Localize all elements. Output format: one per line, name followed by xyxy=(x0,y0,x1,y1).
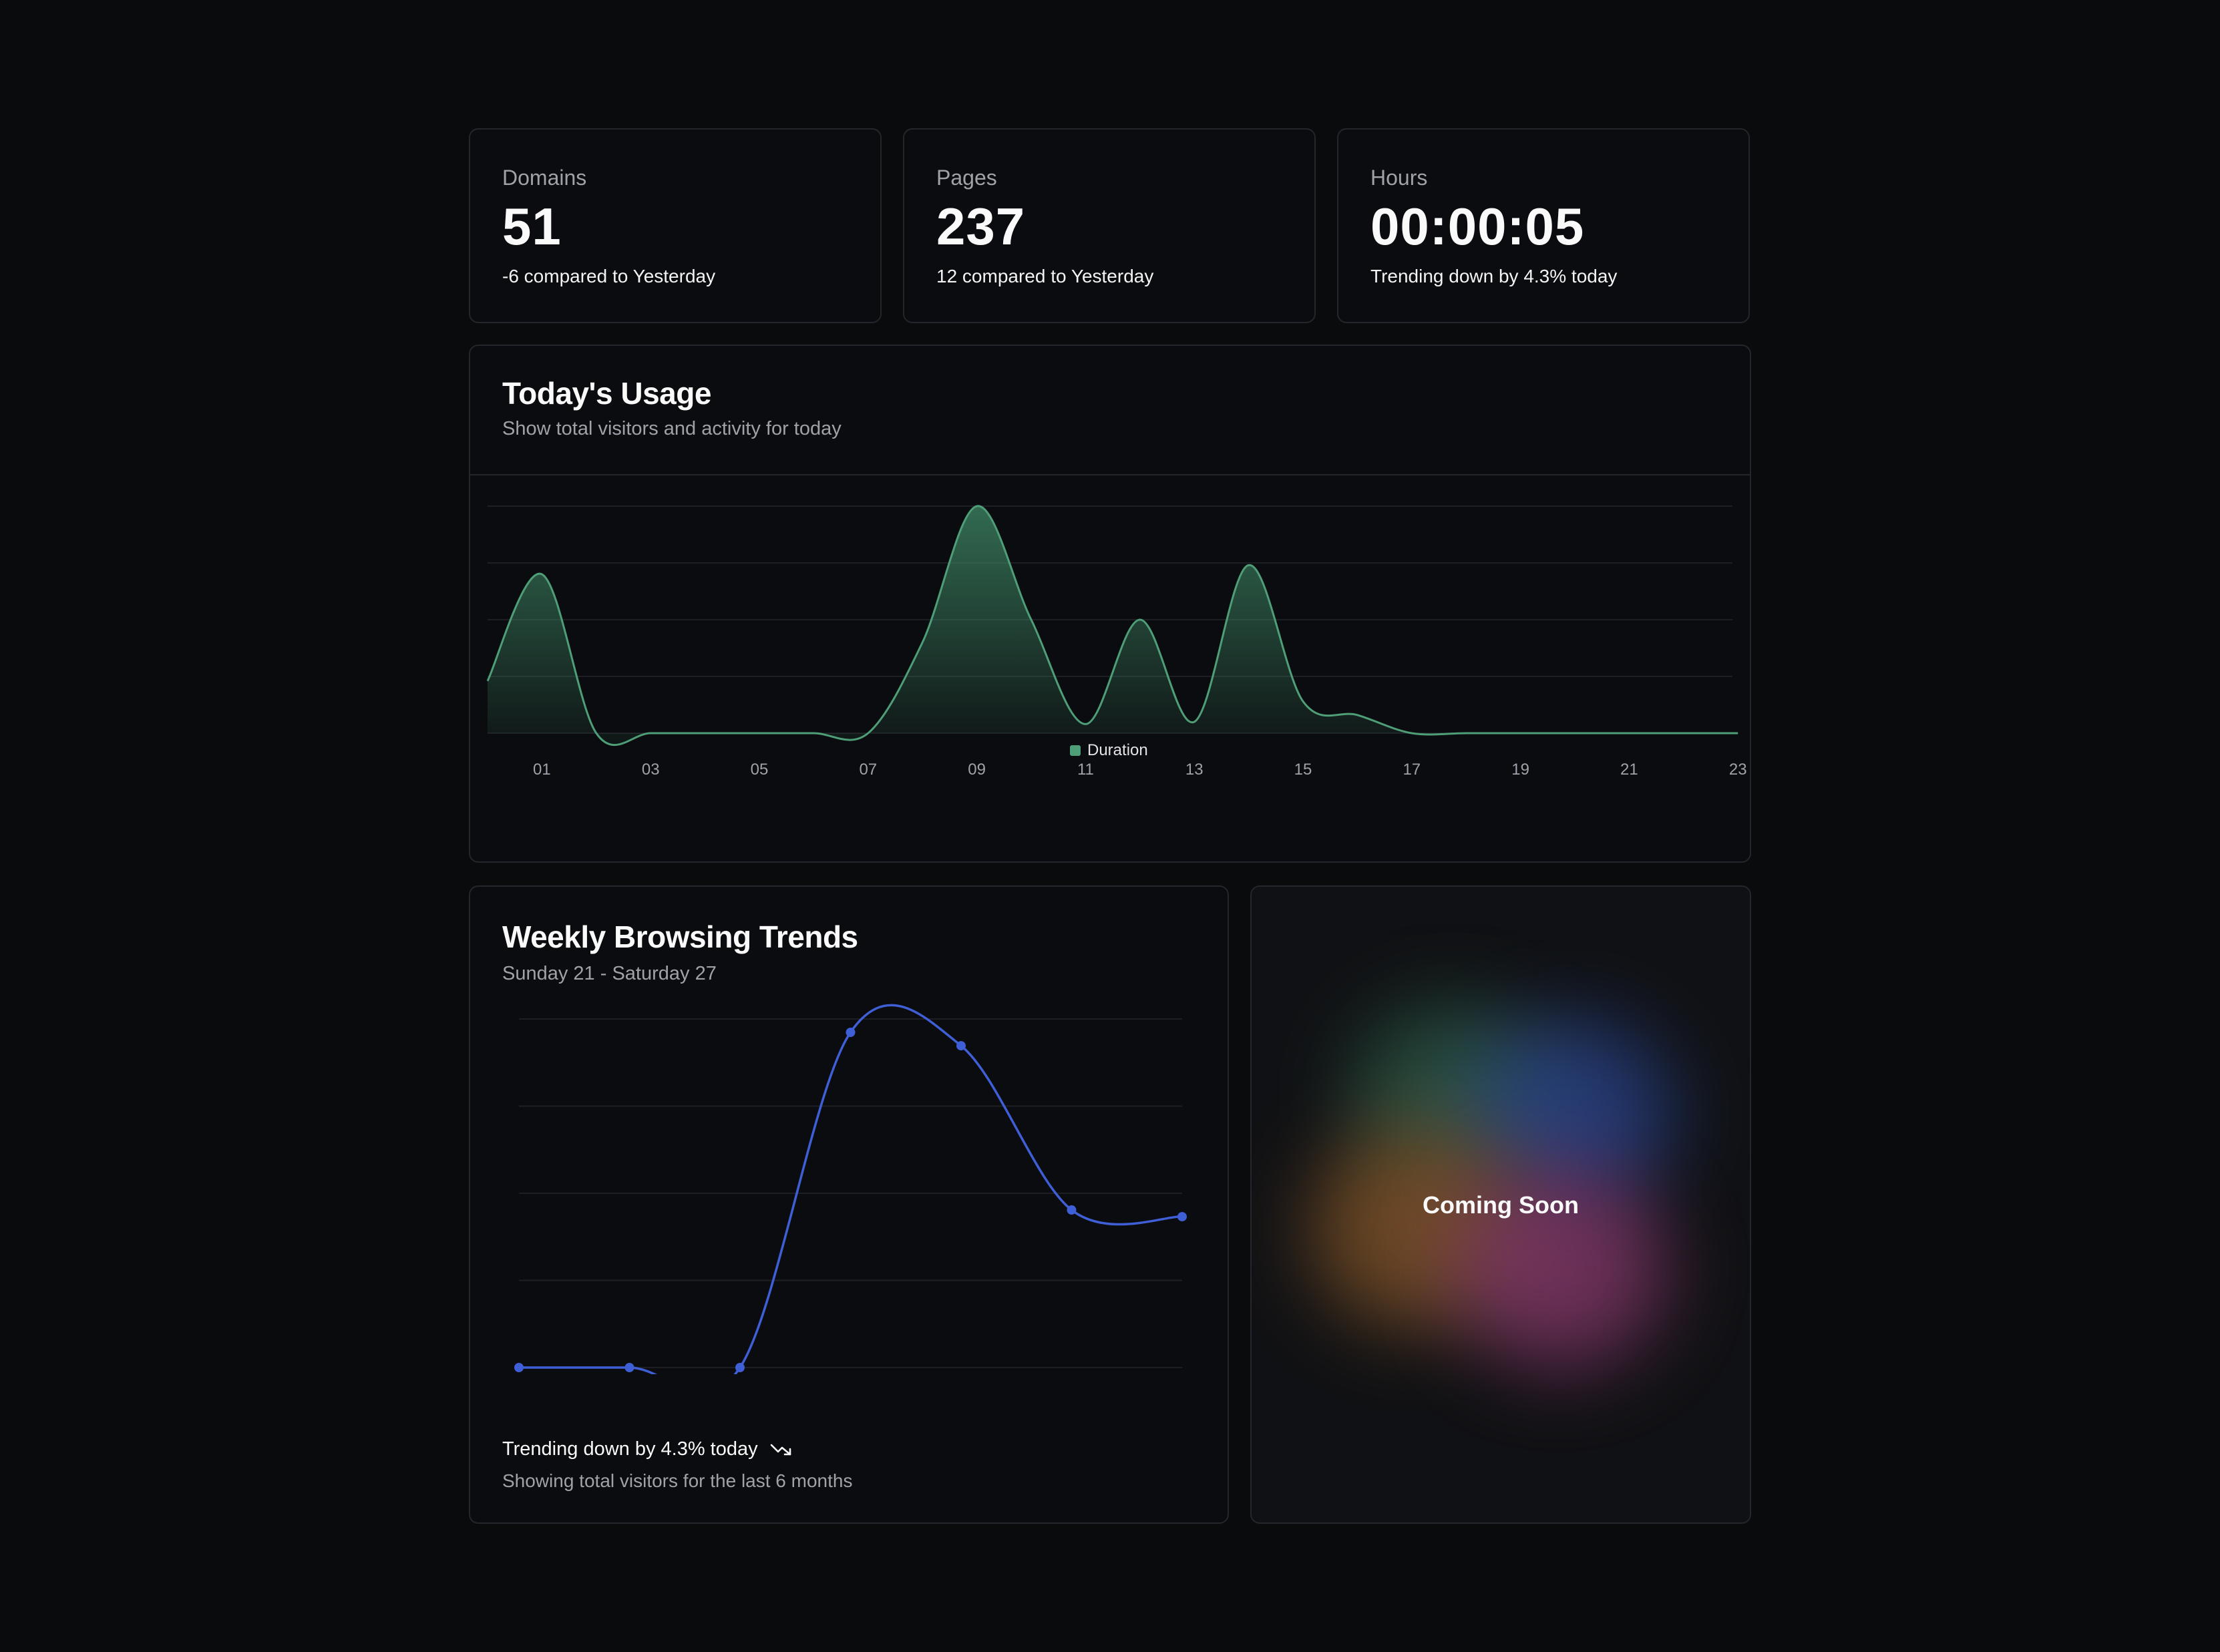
data-point[interactable] xyxy=(514,1363,524,1372)
card-title: Weekly Browsing Trends xyxy=(502,919,858,954)
x-tick-label: 05 xyxy=(751,761,769,779)
todays-usage-card: Today's Usage Show total visitors and ac… xyxy=(469,345,1751,863)
x-tick-label: 13 xyxy=(1185,761,1204,779)
trending-down-icon xyxy=(770,1444,791,1455)
x-tick-label: 11 xyxy=(1077,761,1094,779)
x-tick-label: 21 xyxy=(1620,761,1638,779)
data-point[interactable] xyxy=(1067,1205,1077,1215)
stat-label: Hours xyxy=(1370,166,1428,190)
x-tick-label: 17 xyxy=(1403,761,1421,779)
stat-comparison: 12 compared to Yesterday xyxy=(936,266,1154,286)
stat-value: 51 xyxy=(502,197,562,256)
stat-card-pages: Pages 237 12 compared to Yesterday xyxy=(903,128,1316,323)
card-title: Today's Usage xyxy=(502,376,711,411)
stat-value: 00:00:05 xyxy=(1370,197,1585,256)
x-tick-label: 23 xyxy=(1729,761,1747,779)
card-description: Show total visitors and activity for tod… xyxy=(502,418,842,439)
x-tick-label: 15 xyxy=(1294,761,1312,779)
stat-comparison: -6 compared to Yesterday xyxy=(502,266,716,286)
x-tick-label: 19 xyxy=(1511,761,1529,779)
weekly-series-line xyxy=(518,1004,1183,1374)
x-tick-label: 01 xyxy=(533,761,551,779)
trend-summary: Trending down by 4.3% today xyxy=(502,1438,793,1460)
data-point[interactable] xyxy=(956,1041,966,1051)
data-point[interactable] xyxy=(624,1363,634,1372)
stat-label: Pages xyxy=(936,166,997,190)
x-tick-label: 07 xyxy=(859,761,877,779)
data-point[interactable] xyxy=(735,1363,745,1372)
stat-comparison: Trending down by 4.3% today xyxy=(1370,266,1618,286)
card-description: Sunday 21 - Saturday 27 xyxy=(502,963,717,984)
weekly-trends-card: Weekly Browsing Trends Sunday 21 - Satur… xyxy=(469,885,1229,1524)
trend-footnote: Showing total visitors for the last 6 mo… xyxy=(502,1470,853,1491)
stat-label: Domains xyxy=(502,166,587,190)
coming-soon-card: Coming Soon xyxy=(1250,885,1751,1524)
stat-value: 237 xyxy=(936,197,1026,256)
coming-soon-label: Coming Soon xyxy=(1423,1191,1579,1219)
data-point[interactable] xyxy=(846,1028,856,1037)
weekly-line-chart[interactable]: 202202202202202202202 xyxy=(470,1000,1229,1374)
usage-area-chart[interactable]: 01 03 05 07 09 11 13 15 17 19 21 23 Duration xyxy=(470,475,1751,863)
x-tick-label: 09 xyxy=(968,761,986,779)
x-tick-label: 03 xyxy=(642,761,660,779)
trend-text: Trending down by 4.3% today xyxy=(502,1438,758,1460)
data-point[interactable] xyxy=(1177,1212,1187,1222)
legend-swatch xyxy=(1070,745,1081,756)
stat-card-hours: Hours 00:00:05 Trending down by 4.3% tod… xyxy=(1337,128,1750,323)
legend-label: Duration xyxy=(1087,741,1148,759)
duration-area xyxy=(488,505,1738,745)
stat-card-domains: Domains 51 -6 compared to Yesterday xyxy=(469,128,882,323)
